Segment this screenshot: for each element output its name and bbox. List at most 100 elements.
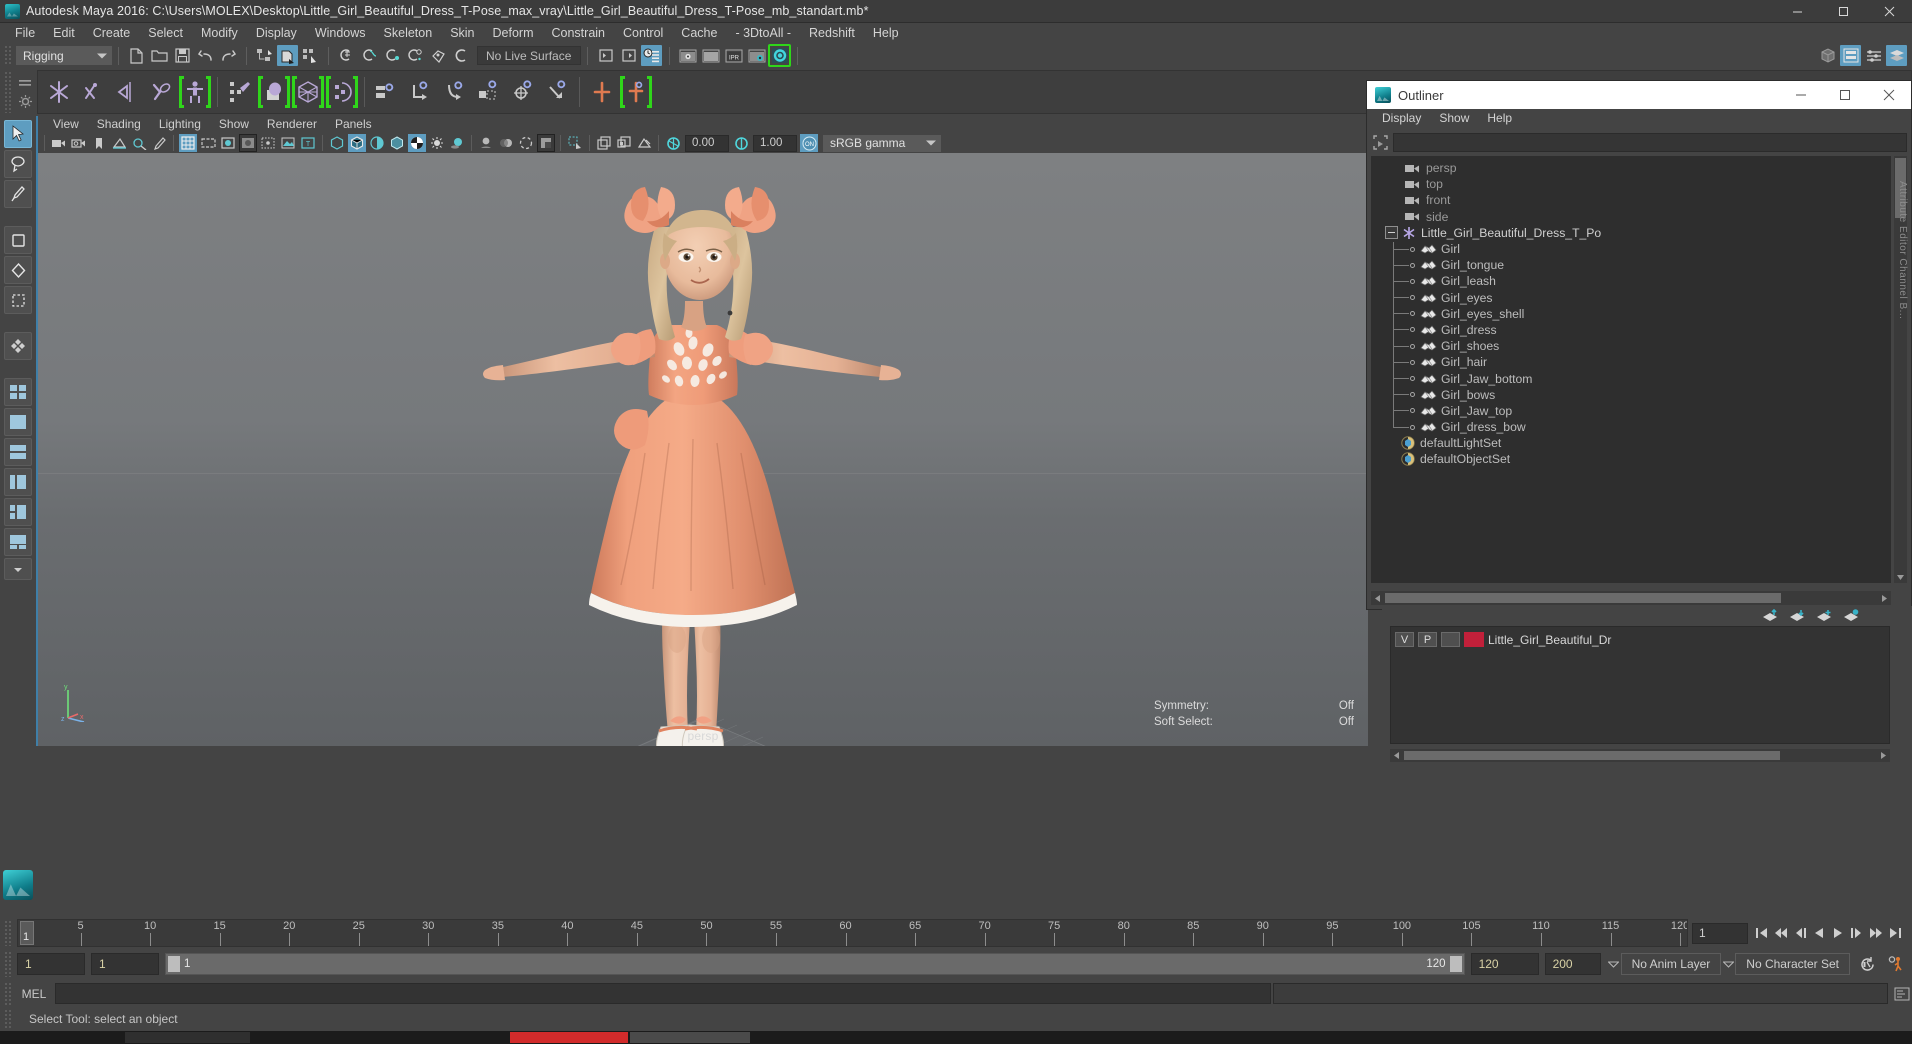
- current-frame-field[interactable]: 1: [1692, 923, 1748, 944]
- range-handle-right[interactable]: [1450, 956, 1462, 972]
- layer-shading-toggle[interactable]: [1441, 632, 1460, 647]
- paint-skin-weights-icon[interactable]: [223, 72, 257, 112]
- command-input[interactable]: [55, 983, 1271, 1004]
- menu-deform[interactable]: Deform: [484, 23, 543, 43]
- screen-space-ao-icon[interactable]: [477, 134, 495, 152]
- create-deformer-icon[interactable]: [585, 72, 619, 112]
- scroll-right-icon[interactable]: [1878, 591, 1891, 605]
- layout-outliner-persp-icon[interactable]: [4, 468, 32, 496]
- exposure-value[interactable]: 0.00: [685, 135, 729, 152]
- insert-joint-icon[interactable]: [76, 72, 110, 112]
- move-layer-down-icon[interactable]: [1788, 608, 1806, 624]
- layout-single-icon[interactable]: [4, 408, 32, 436]
- script-editor-icon[interactable]: [1892, 983, 1912, 1004]
- point-constraint-icon[interactable]: [404, 72, 438, 112]
- move-layer-up-icon[interactable]: [1761, 608, 1779, 624]
- menu-windows[interactable]: Windows: [306, 23, 375, 43]
- persp-viewport[interactable]: y x z persp Symmetry: Off Soft Select: O…: [38, 153, 1368, 746]
- menu-skin[interactable]: Skin: [441, 23, 483, 43]
- docked-panel-tab-label[interactable]: Attribute Editor Channel B...: [1895, 181, 1909, 319]
- outliner-menu-display[interactable]: Display: [1373, 109, 1430, 128]
- paint-select-tool[interactable]: [4, 180, 32, 208]
- outliner-item-mesh[interactable]: Girl_tongue: [1371, 257, 1891, 273]
- shelf-tabs-menu-icon[interactable]: [17, 76, 33, 90]
- open-attribute-editor-icon[interactable]: [595, 45, 616, 66]
- taskbar-item[interactable]: [125, 1032, 250, 1043]
- outliner-search-input[interactable]: [1393, 133, 1907, 152]
- redshift-render-icon[interactable]: [769, 45, 790, 66]
- grease-pencil-icon[interactable]: [150, 134, 168, 152]
- snap-to-view-plane-icon[interactable]: [428, 45, 449, 66]
- range-start-field[interactable]: 1: [91, 953, 159, 975]
- texture-toggle-icon[interactable]: T: [299, 134, 317, 152]
- scrollbar-thumb[interactable]: [1385, 593, 1781, 603]
- select-tool[interactable]: [4, 120, 32, 148]
- step-back-frame-icon[interactable]: [1772, 923, 1789, 943]
- lattice-deformer-icon[interactable]: [619, 72, 653, 112]
- wireframe-shading-icon[interactable]: [328, 134, 346, 152]
- outliner-item-mesh[interactable]: Girl_leash: [1371, 273, 1891, 289]
- time-cursor[interactable]: 1: [20, 921, 34, 945]
- menu-display[interactable]: Display: [247, 23, 306, 43]
- step-forward-key-icon[interactable]: [1848, 923, 1865, 943]
- scroll-right-icon[interactable]: [1877, 749, 1890, 762]
- statusline-grip[interactable]: [4, 45, 13, 66]
- command-language-label[interactable]: MEL: [13, 987, 55, 1001]
- select-by-hierarchy-icon[interactable]: [254, 45, 275, 66]
- outliner-item-front[interactable]: front: [1371, 192, 1891, 208]
- open-channel-box-icon[interactable]: [641, 45, 662, 66]
- shelf-options-gear-icon[interactable]: [17, 95, 33, 109]
- gate-mask-icon[interactable]: [239, 134, 257, 152]
- viewport-menu-renderer[interactable]: Renderer: [258, 116, 326, 133]
- open-scene-icon[interactable]: [149, 45, 170, 66]
- exposure-icon[interactable]: [664, 134, 682, 152]
- outliner-menu-show[interactable]: Show: [1430, 109, 1478, 128]
- save-scene-icon[interactable]: [172, 45, 193, 66]
- menu-control[interactable]: Control: [614, 23, 672, 43]
- layer-color-swatch[interactable]: [1464, 632, 1484, 647]
- close-icon[interactable]: [1866, 0, 1912, 23]
- motion-blur-icon[interactable]: [497, 134, 515, 152]
- xray-components-icon[interactable]: [615, 134, 633, 152]
- render-sequence-icon[interactable]: [700, 45, 721, 66]
- gamma-icon[interactable]: [732, 134, 750, 152]
- outliner-item-mesh[interactable]: Girl_hair: [1371, 354, 1891, 370]
- ipr-render-icon[interactable]: IPR: [723, 45, 744, 66]
- step-back-key-icon[interactable]: [1791, 923, 1808, 943]
- layer-playback-toggle[interactable]: P: [1418, 632, 1437, 647]
- more-layouts-icon[interactable]: [4, 558, 32, 580]
- wireframe-on-shaded-icon[interactable]: [388, 134, 406, 152]
- interactive-bind-icon[interactable]: [291, 72, 325, 112]
- layout-hypergraph-icon[interactable]: [4, 498, 32, 526]
- live-surface-field[interactable]: No Live Surface: [477, 46, 581, 65]
- menu-redshift[interactable]: Redshift: [800, 23, 864, 43]
- scroll-down-icon[interactable]: [1894, 571, 1907, 583]
- select-camera-icon[interactable]: [50, 134, 68, 152]
- smooth-shade-flat-icon[interactable]: [368, 134, 386, 152]
- mirror-joint-icon[interactable]: [110, 72, 144, 112]
- range-slider-grip[interactable]: [4, 951, 13, 977]
- viewport-menu-panels[interactable]: Panels: [326, 116, 381, 133]
- range-bar[interactable]: 1 120: [165, 953, 1465, 975]
- menu-skeleton[interactable]: Skeleton: [375, 23, 442, 43]
- character-set-chevron-down-icon[interactable]: [1721, 953, 1735, 975]
- command-line-grip[interactable]: [4, 982, 13, 1005]
- smooth-preview-icon[interactable]: [635, 134, 653, 152]
- anim-layer-selector[interactable]: No Anim Layer: [1621, 953, 1722, 975]
- depth-of-field-icon[interactable]: [537, 134, 555, 152]
- bind-skin-icon[interactable]: [257, 72, 291, 112]
- smooth-bind-icon[interactable]: [325, 72, 359, 112]
- anim-layer-chevron-down-icon[interactable]: [1607, 953, 1621, 975]
- layout-two-stacked-icon[interactable]: [4, 438, 32, 466]
- scale-tool[interactable]: [4, 286, 32, 314]
- menu-constrain[interactable]: Constrain: [543, 23, 615, 43]
- quick-rig-icon[interactable]: [178, 72, 212, 112]
- outliner-item-mesh[interactable]: Girl_eyes_shell: [1371, 306, 1891, 322]
- select-by-component-icon[interactable]: [300, 45, 321, 66]
- viewport-menu-show[interactable]: Show: [210, 116, 258, 133]
- outliner-item-group-root[interactable]: Little_Girl_Beautiful_Dress_T_Po: [1371, 225, 1891, 241]
- new-layer-from-selected-icon[interactable]: [1842, 608, 1860, 624]
- taskbar-item[interactable]: [510, 1032, 628, 1043]
- xray-active-icon[interactable]: [595, 134, 613, 152]
- snap-to-projected-center-icon[interactable]: [405, 45, 426, 66]
